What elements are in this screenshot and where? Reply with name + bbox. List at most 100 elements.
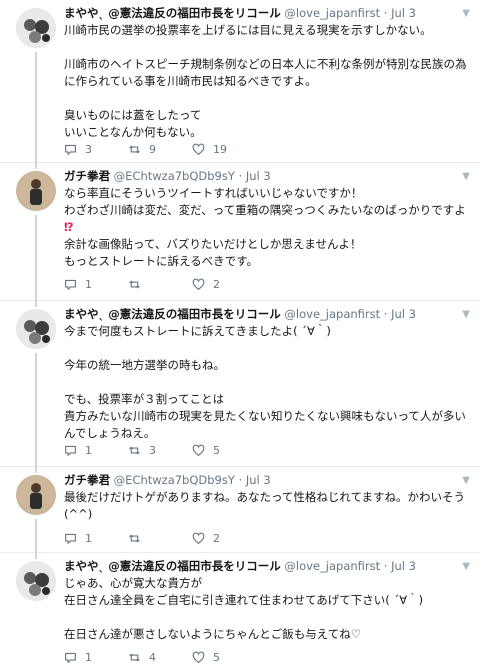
separator-dot: ·	[383, 559, 388, 573]
reply-count: 3	[85, 142, 92, 156]
retweet-icon	[129, 534, 140, 542]
avatar[interactable]	[16, 171, 56, 211]
timestamp[interactable]: Jul 3	[246, 169, 271, 183]
separator-dot: ·	[383, 307, 388, 321]
tweet-actions: 1 3 5	[64, 442, 364, 458]
tweet-header: ガチ拳君 @EChtwza7bQDb9sY · Jul 3 ▼	[64, 169, 470, 184]
tweet[interactable]: まややˎ @憲法違反の福田市長をリコール @love_japanfirst · …	[0, 553, 480, 668]
tweet-line: 在日さん達全員をご自宅に引き連れて住まわせてあげて下さい( ´∀｀)	[64, 593, 424, 607]
tweet-text: 川崎市民の選挙の投票率を上げるには目に見える現実を示すしかない。 川崎市のヘイト…	[64, 22, 467, 141]
display-name[interactable]: ガチ拳君	[64, 473, 110, 487]
reply-icon	[65, 144, 76, 155]
separator-dot: ·	[238, 169, 243, 183]
like-button[interactable]: 2	[192, 276, 220, 292]
retweet-icon	[129, 145, 140, 153]
tweet-line: に作られている事を川崎市民は知るべきですよ。	[64, 74, 317, 88]
display-name[interactable]: まややˎ @憲法違反の福田市長をリコール	[64, 6, 281, 20]
retweet-button[interactable]: 4	[128, 649, 156, 665]
tweet-line: 最後だけだけトゲがありますね。あなたって性格ねじれてますね。かわいそう	[64, 490, 466, 504]
display-name[interactable]: ガチ拳君	[64, 169, 110, 183]
like-button[interactable]: 5	[192, 649, 220, 665]
tweet-line: 在日さん達が悪さしないようにちゃんとご飯も与えてね♡	[64, 627, 362, 641]
tweet-text: 最後だけだけトゲがありますね。あなたって性格ねじれてますね。かわいそう (^^)	[64, 489, 466, 523]
reply-count: 1	[85, 277, 92, 291]
thread-line	[35, 215, 37, 301]
handle[interactable]: @EChtwza7bQDb9sY	[114, 169, 235, 183]
reply-count: 1	[85, 650, 92, 664]
like-count: 2	[213, 531, 220, 545]
timestamp[interactable]: Jul 3	[391, 307, 416, 321]
handle[interactable]: @love_japanfirst	[284, 6, 380, 20]
thread-line	[35, 301, 37, 307]
handle[interactable]: @love_japanfirst	[284, 307, 380, 321]
reply-count: 1	[85, 531, 92, 545]
timestamp[interactable]: Jul 3	[391, 6, 416, 20]
retweet-button[interactable]: 3	[128, 442, 156, 458]
tweet-line	[64, 340, 466, 357]
retweet-button[interactable]: 9	[128, 141, 156, 157]
tweet-line	[64, 39, 466, 56]
tweet[interactable]: ガチ拳君 @EChtwza7bQDb9sY · Jul 3 ▼ 最後だけだけトゲ…	[0, 467, 480, 553]
timestamp[interactable]: Jul 3	[246, 473, 271, 487]
like-count: 5	[213, 443, 220, 457]
reply-icon	[65, 279, 76, 290]
display-name[interactable]: まややˎ @憲法違反の福田市長をリコール	[64, 307, 281, 321]
thread-line	[35, 353, 37, 467]
chevron-down-icon[interactable]: ▼	[462, 559, 470, 574]
tweet-line: わざわざ川崎は変だ、変だ、って重箱の隅突っつくみたいなのばっかりですよ	[64, 203, 466, 217]
tweet-line: 川崎市のヘイトスピーチ規制条例などの日本人に不利な条例が特別な民族の為	[64, 57, 467, 71]
like-button[interactable]: 2	[192, 530, 220, 546]
avatar[interactable]	[16, 561, 56, 601]
chevron-down-icon[interactable]: ▼	[462, 169, 470, 184]
thread-line	[35, 163, 37, 169]
tweet[interactable]: まややˎ @憲法違反の福田市長をリコール @love_japanfirst · …	[0, 301, 480, 467]
thread-line	[35, 519, 37, 553]
reply-button[interactable]: 1	[64, 276, 92, 292]
tweet-line: 川崎市民の選挙の投票率を上げるには目に見える現実を示すしかない。	[64, 23, 432, 37]
reply-count: 1	[85, 443, 92, 457]
tweet[interactable]: まややˎ @憲法違反の福田市長をリコール @love_japanfirst · …	[0, 0, 480, 163]
timestamp[interactable]: Jul 3	[391, 559, 416, 573]
tweet-line: 今まで何度もストレートに訴えてきましたよ( ´∀｀)	[64, 324, 331, 338]
tweet-header: まややˎ @憲法違反の福田市長をリコール @love_japanfirst · …	[64, 6, 470, 21]
separator-dot: ·	[383, 6, 388, 20]
like-button[interactable]: 19	[192, 141, 227, 157]
chevron-down-icon[interactable]: ▼	[462, 307, 470, 322]
tweet-line: 余計な画像貼って、バズりたいだけとしか思えませんよ！	[64, 237, 362, 251]
heart-icon	[192, 278, 205, 290]
handle[interactable]: @EChtwza7bQDb9sY	[114, 473, 235, 487]
tweet-line: ⁉	[64, 220, 74, 234]
chevron-down-icon[interactable]: ▼	[462, 6, 470, 21]
reply-button[interactable]: 3	[64, 141, 92, 157]
display-name[interactable]: まややˎ @憲法違反の福田市長をリコール	[64, 559, 281, 573]
tweet-line	[64, 90, 466, 107]
avatar[interactable]	[16, 309, 56, 349]
retweet-button[interactable]	[128, 276, 149, 292]
retweet-icon	[129, 280, 140, 288]
handle[interactable]: @love_japanfirst	[284, 559, 380, 573]
tweet-actions: 1 2	[64, 276, 364, 292]
separator-dot: ·	[238, 473, 243, 487]
heart-icon	[192, 143, 205, 155]
tweet-line: じゃあ、心が寛大な貴方が	[64, 576, 202, 590]
retweet-button[interactable]	[128, 530, 149, 546]
heart-icon	[192, 651, 205, 663]
reply-button[interactable]: 1	[64, 649, 92, 665]
tweet-line: んでしょうねえ。	[64, 426, 156, 440]
retweet-count: 3	[149, 443, 156, 457]
tweet-text: なら率直にそういうツイートすればいいじゃないですか！ わざわざ川崎は変だ、変だ、…	[64, 185, 466, 270]
tweet[interactable]: ガチ拳君 @EChtwza7bQDb9sY · Jul 3 ▼ なら率直にそうい…	[0, 163, 480, 301]
thread-line	[35, 553, 37, 559]
reply-button[interactable]: 1	[64, 530, 92, 546]
tweet-line: もっとストレートに訴えるべきです。	[64, 254, 259, 268]
heart-icon	[192, 444, 205, 456]
avatar[interactable]	[16, 8, 56, 48]
tweet-line	[64, 609, 466, 626]
reply-button[interactable]: 1	[64, 442, 92, 458]
like-button[interactable]: 5	[192, 442, 220, 458]
avatar[interactable]	[16, 475, 56, 515]
tweet-text: じゃあ、心が寛大な貴方が 在日さん達全員をご自宅に引き連れて住まわせてあげて下さ…	[64, 575, 466, 643]
chevron-down-icon[interactable]: ▼	[462, 473, 470, 488]
tweet-line: いいことなんか何もない。	[64, 125, 202, 139]
heart-icon	[192, 532, 205, 544]
